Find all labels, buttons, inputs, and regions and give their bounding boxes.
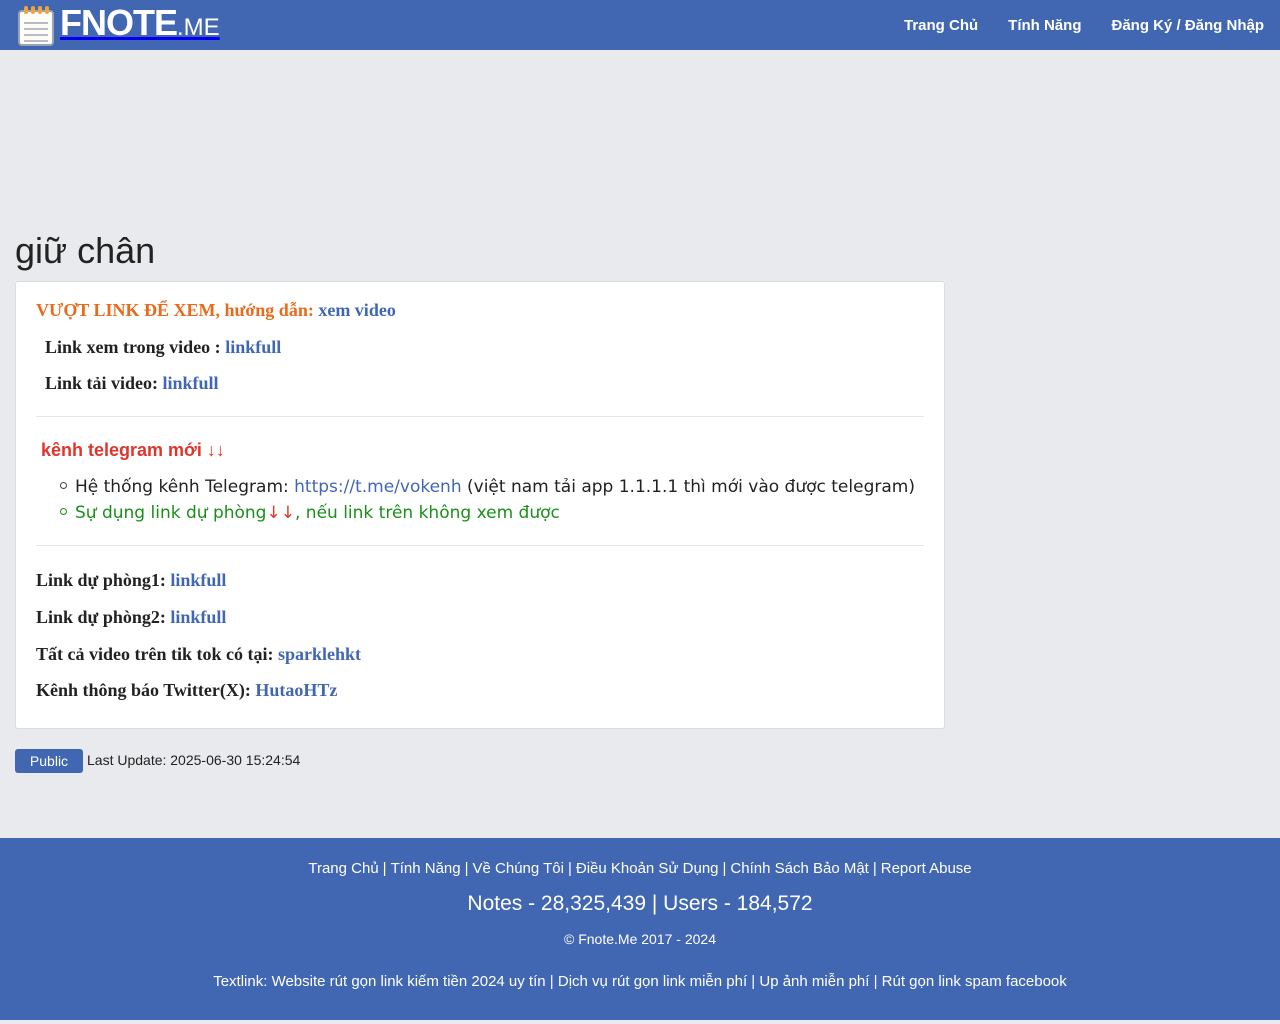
watch-video-link[interactable]: xem video (318, 300, 395, 320)
bottom-strip (0, 1020, 1280, 1024)
last-update-text: Last Update: 2025-06-30 15:24:54 (87, 752, 301, 768)
divider (36, 545, 924, 546)
video-linkfull-link[interactable]: linkfull (225, 337, 281, 357)
download-linkfull-link[interactable]: linkfull (163, 373, 219, 393)
footer-link-features[interactable]: Tính Năng (391, 860, 461, 877)
textlink-3[interactable]: Up ảnh miễn phí (759, 973, 869, 990)
footer-link-terms[interactable]: Điều Khoản Sử Dụng (576, 860, 719, 877)
footer-link-about[interactable]: Về Chúng Tôi (473, 860, 564, 877)
backup1-link[interactable]: linkfull (170, 570, 226, 590)
tiktok-link[interactable]: sparklehkt (278, 644, 361, 664)
textlink-1[interactable]: Website rút gọn link kiếm tiền 2024 uy t… (272, 973, 546, 990)
top-navbar: FNOTE.ME Trang Chủ Tính Năng Đăng Ký / Đ… (0, 0, 1280, 50)
backup-link-row-2: Link dự phòng2: linkfull (36, 607, 227, 627)
textlink-2[interactable]: Dịch vụ rút gọn link miễn phí (558, 973, 747, 990)
footer-link-report-abuse[interactable]: Report Abuse (881, 860, 972, 877)
textlink-4[interactable]: Rút gọn link spam facebook (882, 973, 1067, 990)
list-item: Hệ thống kênh Telegram: https://t.me/vok… (60, 477, 915, 497)
circle-bullet-icon (60, 481, 67, 489)
twitter-link[interactable]: HutaoHTz (255, 680, 337, 700)
footer-link-home[interactable]: Trang Chủ (308, 860, 378, 877)
page-title: giữ chân (15, 230, 156, 271)
site-logo[interactable]: FNOTE.ME (16, 2, 220, 48)
footer-link-privacy[interactable]: Chính Sách Bảo Mật (730, 860, 868, 877)
telegram-heading: kênh telegram mới ↓↓ (41, 440, 225, 460)
video-link-row: Link xem trong video : linkfull (45, 337, 282, 357)
main-nav: Trang Chủ Tính Năng Đăng Ký / Đăng Nhập (889, 0, 1280, 50)
download-link-row: Link tải video: linkfull (45, 373, 219, 393)
divider (36, 416, 924, 417)
footer: Trang Chủ | Tính Năng | Về Chúng Tôi | Điều Kh… (0, 838, 1280, 1020)
twitter-row: Kênh thông báo Twitter(X): HutaoHTz (36, 680, 338, 700)
telegram-link[interactable]: https://t.me/vokenh (294, 477, 461, 497)
footer-links: Trang Chủ | Tính Năng | Về Chúng Tôi | Điều Kh… (308, 860, 972, 877)
backup-link-row-1: Link dự phòng1: linkfull (36, 570, 227, 590)
site-stats: Notes - 28,325,439 | Users - 184,572 (467, 892, 813, 915)
list-item: Sự dụng link dự phòng↓↓, nếu link trên k… (60, 503, 560, 523)
notepad-icon (16, 4, 56, 46)
nav-home[interactable]: Trang Chủ (904, 17, 978, 34)
circle-bullet-icon (60, 507, 67, 515)
backup2-link[interactable]: linkfull (170, 607, 226, 627)
textlink-row: Textlink: Website rút gọn link kiếm tiền… (213, 973, 1067, 990)
nav-features[interactable]: Tính Năng (1008, 17, 1081, 34)
tiktok-row: Tất cả video trên tik tok có tại: sparkl… (36, 644, 361, 664)
nav-register-login[interactable]: Đăng Ký / Đăng Nhập (1111, 17, 1264, 34)
visibility-button[interactable]: Public (15, 749, 83, 773)
note-content: VƯỢT LINK ĐỂ XEM, hướng dẫn: xem video L… (15, 281, 945, 729)
copyright: © Fnote.Me 2017 - 2024 (564, 931, 716, 947)
logo-text: FNOTE.ME (60, 1, 220, 43)
bypass-instructions: VƯỢT LINK ĐỂ XEM, hướng dẫn: xem video (36, 300, 396, 320)
